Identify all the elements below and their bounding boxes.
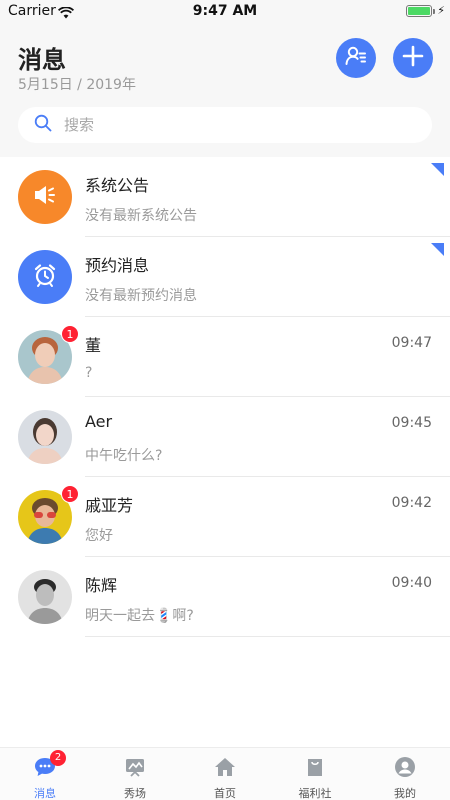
search-bar[interactable] <box>18 107 432 143</box>
conversation-time: 09:47 <box>391 335 432 351</box>
date-label: 5月15日 / 2019年 <box>18 77 136 93</box>
tab-label: 福利社 <box>298 787 332 800</box>
showcase-icon <box>123 756 147 782</box>
conversation-row-system-notice[interactable]: 系统公告 没有最新系统公告 <box>0 157 450 237</box>
tab-badge: 2 <box>50 750 66 766</box>
profile-icon <box>393 756 417 782</box>
conversation-name: 系统公告 <box>85 176 150 195</box>
pinned-corner-tag <box>431 243 444 256</box>
conversation-time: 09:42 <box>391 495 432 511</box>
megaphone-icon <box>31 181 59 213</box>
contacts-icon <box>344 44 368 72</box>
conversation-preview: 中午吃什么? <box>85 448 163 464</box>
tab-label: 我的 <box>394 787 416 800</box>
conversation-row[interactable]: 1 戚亚芳 您好 09:42 <box>0 477 450 557</box>
conversation-preview: 明天一起去💈啊? <box>85 608 194 624</box>
conversation-name: 预约消息 <box>85 256 150 275</box>
page-title: 消息 <box>18 46 66 74</box>
conversation-list: 系统公告 没有最新系统公告 预约消息 没有最新预约消息 1 董 ? 09:47 … <box>0 157 450 637</box>
header: 消息 5月15日 / 2019年 <box>0 24 450 157</box>
charging-icon: ⚡ <box>437 4 445 17</box>
appointment-avatar <box>18 250 72 304</box>
search-icon <box>34 114 52 136</box>
unread-badge: 1 <box>61 325 79 343</box>
contacts-button[interactable] <box>336 38 376 78</box>
conversation-row[interactable]: 陈辉 明天一起去💈啊? 09:40 <box>0 557 450 637</box>
tab-welfare[interactable]: 福利社 <box>270 748 360 800</box>
home-icon <box>213 756 237 782</box>
tab-home[interactable]: 首页 <box>180 748 270 800</box>
search-input[interactable] <box>64 116 394 134</box>
conversation-preview: 没有最新系统公告 <box>85 208 197 224</box>
plus-icon <box>402 45 424 71</box>
conversation-name: 董 <box>85 336 102 355</box>
battery-icon <box>406 5 435 17</box>
unread-badge: 1 <box>61 485 79 503</box>
tab-label: 首页 <box>214 787 236 800</box>
system-notice-avatar <box>18 170 72 224</box>
status-bar: Carrier 9:47 AM ⚡ <box>0 0 450 24</box>
tab-profile[interactable]: 我的 <box>360 748 450 800</box>
add-button[interactable] <box>393 38 433 78</box>
conversation-preview: 您好 <box>85 528 113 544</box>
conversation-name: 戚亚芳 <box>85 496 134 515</box>
tab-label: 秀场 <box>124 787 146 800</box>
alarm-clock-icon <box>31 261 59 293</box>
status-time: 9:47 AM <box>192 3 258 19</box>
shopping-bag-icon <box>303 756 327 782</box>
tab-messages[interactable]: 2 消息 <box>0 748 90 800</box>
conversation-row-appointments[interactable]: 预约消息 没有最新预约消息 <box>0 237 450 317</box>
conversation-preview: ? <box>85 365 93 381</box>
tab-label: 消息 <box>34 787 56 800</box>
conversation-name: 陈辉 <box>85 576 118 595</box>
avatar <box>18 570 72 624</box>
conversation-row[interactable]: Aer 中午吃什么? 09:45 <box>0 397 450 477</box>
conversation-row[interactable]: 1 董 ? 09:47 <box>0 317 450 397</box>
conversation-time: 09:45 <box>391 415 432 431</box>
conversation-preview: 没有最新预约消息 <box>85 288 197 304</box>
divider <box>85 636 450 637</box>
conversation-time: 09:40 <box>391 575 432 591</box>
conversation-name: Aer <box>85 412 113 431</box>
pinned-corner-tag <box>431 163 444 176</box>
avatar <box>18 410 72 464</box>
tab-showcase[interactable]: 秀场 <box>90 748 180 800</box>
tab-bar: 2 消息 秀场 首页 福利社 我的 <box>0 747 450 800</box>
